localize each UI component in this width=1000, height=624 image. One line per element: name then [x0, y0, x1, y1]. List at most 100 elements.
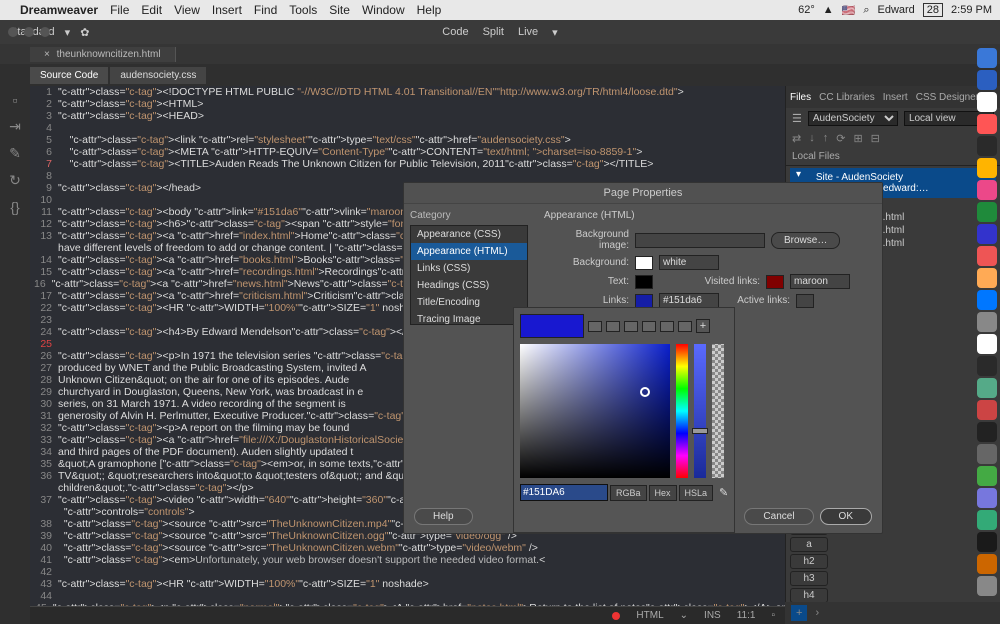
swatch[interactable]: [588, 321, 602, 332]
hue-slider[interactable]: [676, 344, 688, 478]
category-list[interactable]: Appearance (CSS) Appearance (HTML) Links…: [410, 225, 528, 325]
file-icon[interactable]: ▫: [13, 92, 18, 108]
panel-footer[interactable]: + ›: [785, 602, 1000, 624]
dock-app-icon[interactable]: [977, 290, 997, 310]
cat-appearance-html[interactable]: Appearance (HTML): [411, 243, 527, 260]
menu-tools[interactable]: Tools: [289, 3, 317, 17]
panel-tab-cssd[interactable]: CSS Designer: [916, 92, 979, 103]
menu-window[interactable]: Window: [362, 3, 405, 17]
dock-app-icon[interactable]: [977, 488, 997, 508]
sync2-icon[interactable]: ⟳: [836, 132, 845, 145]
gear-icon[interactable]: ✿: [80, 26, 89, 39]
panel-tab-cc[interactable]: CC Libraries: [819, 92, 875, 103]
slider-thumb[interactable]: [692, 428, 708, 434]
eyedropper-icon[interactable]: ✎: [719, 486, 728, 499]
swatch[interactable]: [660, 321, 674, 332]
dock-app-icon[interactable]: [977, 202, 997, 222]
swatch[interactable]: [642, 321, 656, 332]
cat-headings-css[interactable]: Headings (CSS): [411, 277, 527, 294]
connect-icon[interactable]: ⇄: [792, 132, 801, 145]
zoom-dot[interactable]: [40, 27, 50, 37]
visited-input[interactable]: [790, 274, 850, 289]
status-lang[interactable]: HTML: [636, 610, 663, 621]
dom-tag[interactable]: h3: [790, 571, 828, 586]
dock-app-icon[interactable]: [977, 444, 997, 464]
dock-app-icon[interactable]: [977, 356, 997, 376]
dock-app-icon[interactable]: [977, 466, 997, 486]
get-icon[interactable]: ↓: [809, 132, 815, 145]
gradient-thumb[interactable]: [640, 387, 650, 397]
dock-app-icon[interactable]: [977, 70, 997, 90]
add-icon[interactable]: +: [791, 605, 807, 621]
ok-button[interactable]: OK: [820, 508, 872, 525]
color-gradient[interactable]: [520, 344, 670, 478]
collapse-icon[interactable]: ⇥: [9, 118, 21, 135]
view-split[interactable]: Split: [483, 26, 504, 39]
bg-swatch[interactable]: [635, 256, 653, 270]
menu-site[interactable]: Site: [329, 3, 350, 17]
menu-find[interactable]: Find: [254, 3, 277, 17]
dock-app-icon[interactable]: [977, 400, 997, 420]
dock-app-icon[interactable]: [977, 158, 997, 178]
overlay-icon[interactable]: ▫: [771, 610, 775, 621]
sync-icon[interactable]: ☰: [792, 112, 802, 125]
close-dot[interactable]: [8, 27, 18, 37]
add-swatch-button[interactable]: +: [696, 319, 710, 333]
chevron-down-icon[interactable]: ▾: [552, 26, 558, 39]
dock-app-icon[interactable]: [977, 48, 997, 68]
search-icon[interactable]: ⌕: [863, 4, 869, 17]
macos-menubar[interactable]: Dreamweaver File Edit View Insert Find T…: [0, 0, 1000, 20]
dock-app-icon[interactable]: [977, 114, 997, 134]
menu-view[interactable]: View: [174, 3, 200, 17]
chevron-down-icon[interactable]: ▾: [65, 26, 71, 39]
error-indicator[interactable]: [612, 612, 620, 620]
view-live[interactable]: Live: [518, 26, 538, 39]
cat-appearance-css[interactable]: Appearance (CSS): [411, 226, 527, 243]
brackets-icon[interactable]: {}: [10, 199, 19, 215]
active-swatch[interactable]: [796, 294, 814, 308]
dock-app-icon[interactable]: [977, 554, 997, 574]
cancel-button[interactable]: Cancel: [744, 508, 813, 525]
cat-title-encoding[interactable]: Title/Encoding: [411, 294, 527, 311]
dock-app-icon[interactable]: [977, 136, 997, 156]
warning-icon[interactable]: ▲: [823, 4, 834, 16]
links-input[interactable]: [659, 293, 719, 308]
minimize-dot[interactable]: [24, 27, 34, 37]
links-swatch[interactable]: [635, 294, 653, 308]
lightness-slider[interactable]: [694, 344, 706, 478]
dock-app-icon[interactable]: [977, 576, 997, 596]
dom-tag[interactable]: a: [790, 537, 828, 552]
view-code[interactable]: Code: [442, 26, 468, 39]
bg-color-input[interactable]: [659, 255, 719, 270]
source-tab-css[interactable]: audensociety.css: [110, 67, 206, 84]
up-icon[interactable]: ›: [815, 607, 819, 619]
dock-app-icon[interactable]: [977, 378, 997, 398]
dock-app-icon[interactable]: [977, 92, 997, 112]
menu-file[interactable]: File: [110, 3, 129, 17]
dom-tag[interactable]: h2: [790, 554, 828, 569]
dom-tag[interactable]: h4: [790, 588, 828, 603]
window-controls[interactable]: [8, 27, 50, 37]
menubar-user[interactable]: Edward: [877, 4, 914, 16]
dock-app-icon[interactable]: [977, 180, 997, 200]
put-icon[interactable]: ↑: [823, 132, 829, 145]
macos-dock[interactable]: [976, 48, 998, 596]
chevron-down-icon[interactable]: ⌄: [680, 610, 688, 621]
expand-icon[interactable]: ⊞: [853, 132, 862, 145]
visited-swatch[interactable]: [766, 275, 784, 289]
panel-tab-insert[interactable]: Insert: [883, 92, 908, 103]
flag-icon[interactable]: 🇺🇸: [842, 4, 856, 17]
wand-icon[interactable]: ✎: [9, 145, 21, 162]
cat-links-css[interactable]: Links (CSS): [411, 260, 527, 277]
browse-button[interactable]: Browse…: [771, 232, 840, 249]
help-button[interactable]: Help: [414, 508, 473, 525]
swatch[interactable]: [678, 321, 692, 332]
swatch[interactable]: [606, 321, 620, 332]
menu-insert[interactable]: Insert: [212, 3, 242, 17]
source-tab-active[interactable]: Source Code: [30, 67, 108, 84]
alpha-slider[interactable]: [712, 344, 724, 478]
mode-hsla[interactable]: HSLa: [679, 485, 714, 501]
swatch[interactable]: [624, 321, 638, 332]
menu-help[interactable]: Help: [417, 3, 442, 17]
document-tab[interactable]: × theunknowncitizen.html: [30, 47, 176, 62]
